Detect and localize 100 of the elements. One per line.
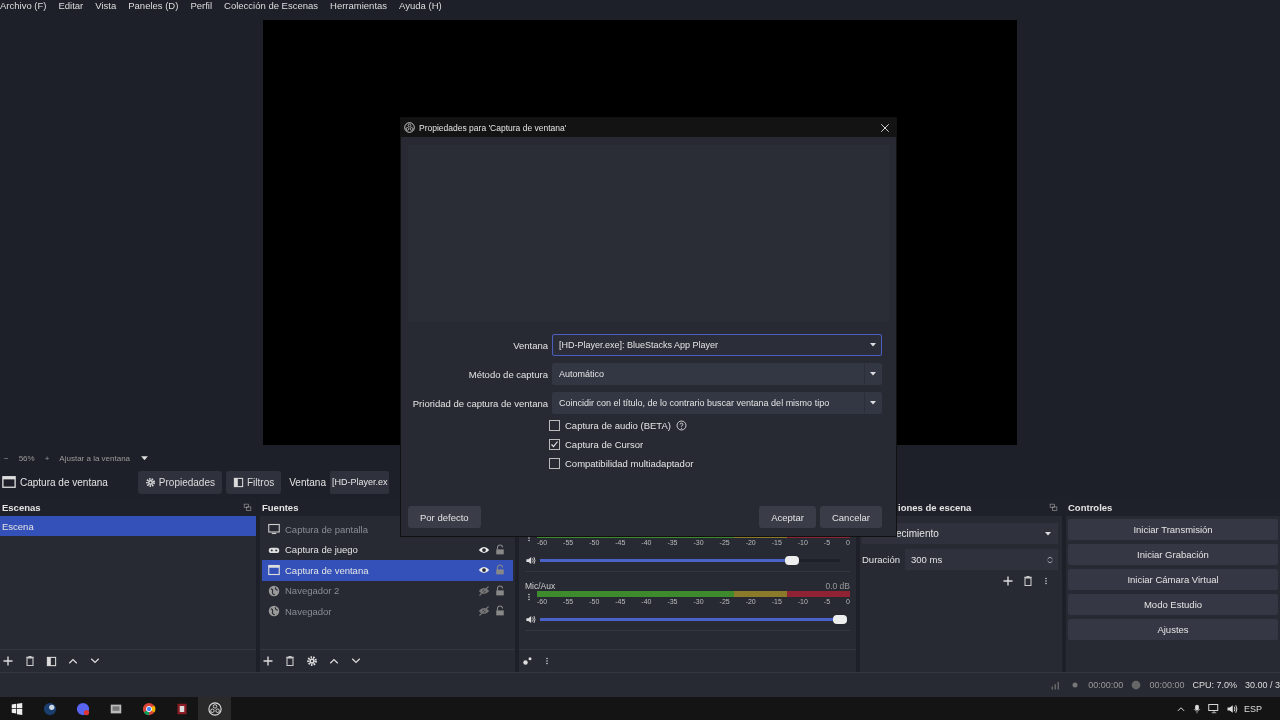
field-label: Ventana: [512, 339, 548, 351]
fps-readout: 30.00 / 3: [1244, 680, 1280, 690]
app-icon[interactable]: [175, 701, 188, 716]
scene-item[interactable]: Escena: [0, 516, 256, 536]
app-icon[interactable]: [141, 701, 156, 716]
source-item[interactable]: Captura de juego: [262, 539, 513, 560]
filter-icon: [233, 476, 244, 488]
add-icon[interactable]: [1002, 575, 1014, 587]
dropdown[interactable]: Automático: [552, 363, 882, 385]
network-icon[interactable]: [1208, 702, 1220, 715]
menu-item[interactable]: Herramientas: [330, 0, 388, 12]
volume-slider-thumb[interactable]: [785, 555, 799, 565]
dropdown[interactable]: [HD-Player.exe]: BlueStacks App Player: [552, 334, 882, 356]
dialog-title: Propiedades para 'Captura de ventana': [419, 122, 568, 133]
window-icon: [268, 564, 280, 577]
close-button[interactable]: [880, 122, 890, 133]
control-button[interactable]: Modo Estudio: [1068, 594, 1278, 615]
app-icon[interactable]: [42, 701, 57, 716]
control-button[interactable]: Ajustes: [1068, 619, 1278, 640]
unlock-icon[interactable]: [495, 605, 505, 618]
add-icon[interactable]: [262, 655, 274, 667]
globe-icon: [268, 605, 280, 618]
menu-item[interactable]: Vista: [95, 0, 117, 12]
field-label: Duración: [862, 554, 901, 565]
window-icon: [2, 475, 16, 489]
help-icon: [675, 420, 687, 431]
monitor-icon: [268, 523, 280, 536]
source-name: Captura de ventana: [20, 476, 108, 488]
speaker-icon[interactable]: [1226, 702, 1238, 715]
eye-slash-icon[interactable]: [478, 584, 490, 597]
delete-icon[interactable]: [1022, 575, 1034, 587]
caret-down-icon: [869, 341, 877, 349]
dock-title: Escenas: [2, 501, 41, 513]
menu-item[interactable]: Ayuda (H): [399, 0, 442, 12]
checkbox[interactable]: [549, 458, 560, 469]
start-icon[interactable]: [10, 702, 23, 715]
control-button[interactable]: Iniciar Grabación: [1068, 544, 1278, 565]
close-icon: [880, 122, 890, 133]
field-label: Prioridad de captura de ventana: [411, 397, 548, 409]
undock-icon: [1049, 502, 1058, 512]
source-item[interactable]: Navegador 2: [262, 580, 513, 601]
source-item[interactable]: Navegador: [262, 601, 513, 622]
default-button[interactable]: Por defecto: [408, 506, 481, 528]
filters-button[interactable]: Filtros: [226, 470, 282, 494]
add-icon[interactable]: [2, 655, 14, 667]
menu-item[interactable]: Perfil: [190, 0, 213, 12]
unlock-icon[interactable]: [495, 584, 505, 597]
source-item[interactable]: Captura de ventana: [262, 560, 513, 581]
volume-reading: 0.0 dB: [825, 581, 850, 591]
stream-time: 00:00:00: [1088, 680, 1124, 690]
speaker-icon[interactable]: [525, 554, 536, 566]
delete-icon[interactable]: [24, 655, 36, 667]
cpu-usage: CPU: 7.0%: [1192, 680, 1237, 690]
menu-item[interactable]: Paneles (D): [128, 0, 179, 12]
dialog-button[interactable]: Cancelar: [819, 506, 882, 528]
control-button[interactable]: Iniciar Cámara Virtual: [1068, 569, 1278, 590]
eye-slash-icon[interactable]: [478, 605, 490, 618]
caret-down-icon: [869, 370, 877, 378]
app-logo-icon: [404, 122, 415, 133]
checkbox-label: Compatibilidad multiadaptador: [565, 458, 694, 469]
record-status-icon: [1131, 680, 1142, 690]
delete-icon[interactable]: [284, 655, 296, 667]
microphone-icon[interactable]: [1192, 702, 1202, 715]
dialog-button[interactable]: Aceptar: [759, 506, 816, 528]
record-time: 00:00:00: [1149, 680, 1185, 690]
undock-icon: [243, 502, 252, 512]
zoom-level: 56%: [18, 453, 35, 463]
properties-button[interactable]: Propiedades: [137, 470, 222, 494]
menu-dots-icon[interactable]: [525, 591, 533, 603]
settings-icon[interactable]: [306, 655, 318, 667]
zoom-out-button[interactable]: −: [4, 453, 9, 463]
control-button[interactable]: Iniciar Transmisión: [1068, 519, 1278, 540]
menu-dots-icon[interactable]: [543, 655, 551, 667]
dock-title: Fuentes: [262, 501, 299, 513]
field-label: Método de captura: [467, 368, 548, 380]
caret-down-icon: [140, 453, 150, 463]
window-dropdown[interactable]: [HD-Player.ex: [329, 470, 390, 494]
zoom-in-button[interactable]: +: [44, 453, 50, 463]
dock-title: Controles: [1068, 501, 1113, 513]
fit-to-window-dropdown[interactable]: Ajustar a la ventana: [59, 453, 131, 463]
menu-dots-icon[interactable]: [1042, 575, 1050, 587]
duration-field[interactable]: 300 ms: [905, 549, 1058, 570]
dock-title: iones de escena: [898, 501, 972, 513]
speaker-icon[interactable]: [525, 613, 536, 625]
channel-name: Mic/Aux: [525, 581, 556, 591]
checkbox[interactable]: [549, 420, 560, 431]
app-icon[interactable]: [207, 701, 222, 716]
language-indicator[interactable]: ESP: [1244, 703, 1262, 714]
caret-down-icon: [1044, 529, 1052, 538]
unlock-icon[interactable]: [495, 543, 505, 556]
menu-item[interactable]: Archivo (F): [0, 0, 47, 12]
menu-item[interactable]: Colección de Escenas: [224, 0, 319, 12]
globe-icon: [268, 584, 280, 597]
caret-down-icon: [869, 399, 877, 407]
checkbox[interactable]: [549, 439, 560, 450]
dropdown[interactable]: Coincidir con el título, de lo contrario buscar ventana del mismo tipo: [552, 392, 882, 414]
advanced-audio-icon[interactable]: [521, 655, 533, 667]
menu-item[interactable]: Editar: [58, 0, 84, 12]
volume-slider-thumb[interactable]: [833, 614, 847, 624]
filter-icon[interactable]: [46, 655, 57, 667]
